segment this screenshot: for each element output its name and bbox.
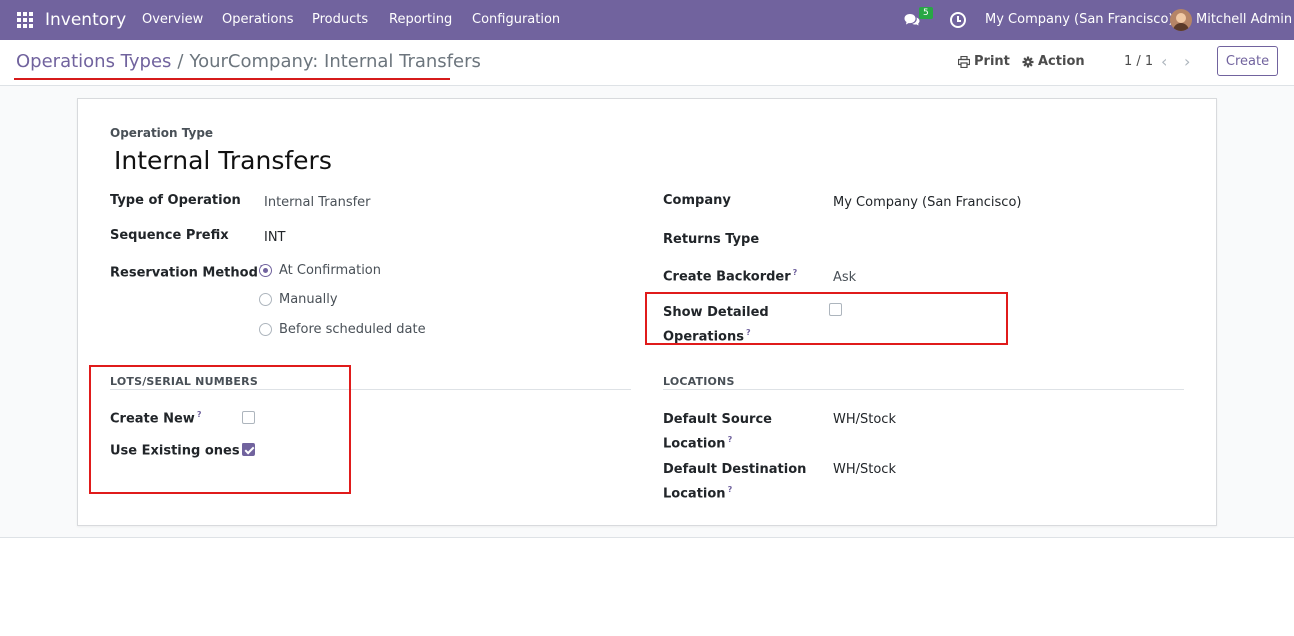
menu-overview[interactable]: Overview <box>142 12 203 27</box>
radio-at-confirmation[interactable] <box>259 264 272 277</box>
help-tooltip-icon[interactable]: ? <box>728 435 733 444</box>
breadcrumb-highlight-underline <box>14 78 450 80</box>
radio-at-confirmation-label[interactable]: At Confirmation <box>279 263 381 278</box>
breadcrumb-separator: / <box>177 51 184 72</box>
menu-operations[interactable]: Operations <box>222 12 293 27</box>
gear-icon <box>1022 56 1034 67</box>
apps-menu-icon[interactable] <box>17 12 33 28</box>
user-menu[interactable]: Mitchell Admin <box>1196 12 1292 27</box>
reservation-method-label: Reservation Method? <box>110 264 265 280</box>
help-tooltip-icon[interactable]: ? <box>793 268 798 277</box>
default-dest-label-line2: Location <box>663 486 726 502</box>
breadcrumb-parent[interactable]: Operations Types <box>16 51 171 72</box>
default-destination-location-label: Default Destination Location? <box>663 460 806 504</box>
operation-type-label: Operation Type <box>110 126 214 140</box>
menu-configuration[interactable]: Configuration <box>472 12 560 27</box>
default-source-label-line1: Default Source <box>663 412 772 427</box>
chat-icon[interactable] <box>904 13 920 26</box>
create-backorder-select[interactable]: Ask <box>833 270 856 285</box>
highlight-box-show-detailed <box>645 292 1008 345</box>
default-source-label-line2: Location <box>663 436 726 452</box>
locations-section-divider <box>663 389 1184 390</box>
highlight-box-lots <box>89 365 351 494</box>
sequence-prefix-label: Sequence Prefix <box>110 228 229 243</box>
company-field[interactable]: My Company (San Francisco) <box>833 195 1021 210</box>
action-label: Action <box>1038 54 1085 69</box>
radio-manually-label[interactable]: Manually <box>279 292 338 307</box>
user-avatar[interactable] <box>1170 9 1192 31</box>
help-tooltip-icon[interactable]: ? <box>728 485 733 494</box>
activity-clock-icon[interactable] <box>950 12 966 28</box>
create-button[interactable]: Create <box>1217 46 1278 76</box>
print-label: Print <box>974 54 1010 69</box>
control-panel: Operations Types / YourCompany: Internal T… <box>0 40 1294 86</box>
default-source-location-field[interactable]: WH/Stock <box>833 412 896 427</box>
radio-before-scheduled-date[interactable] <box>259 323 272 336</box>
reservation-method-text: Reservation Method <box>110 265 258 281</box>
menu-products[interactable]: Products <box>312 12 368 27</box>
default-destination-location-field[interactable]: WH/Stock <box>833 462 896 477</box>
type-of-operation-label: Type of Operation <box>110 193 241 208</box>
print-button[interactable]: Print <box>958 54 1010 69</box>
pager-next-icon[interactable]: › <box>1184 52 1190 71</box>
operation-type-name[interactable]: Internal Transfers <box>114 146 332 175</box>
breadcrumb-current: YourCompany: Internal Transfers <box>189 51 481 72</box>
menu-reporting[interactable]: Reporting <box>389 12 452 27</box>
top-navbar: Inventory Overview Operations Products R… <box>0 0 1294 40</box>
type-of-operation-select[interactable]: Internal Transfer <box>264 195 371 210</box>
radio-before-scheduled-date-label[interactable]: Before scheduled date <box>279 322 426 337</box>
pager-value[interactable]: 1 / 1 <box>1124 54 1153 69</box>
app-brand[interactable]: Inventory <box>45 10 126 30</box>
radio-manually[interactable] <box>259 293 272 306</box>
company-switcher[interactable]: My Company (San Francisco) <box>985 12 1173 27</box>
action-button[interactable]: Action <box>1022 54 1085 69</box>
returns-type-label: Returns Type <box>663 232 760 247</box>
locations-section-title: LOCATIONS <box>663 375 735 388</box>
default-dest-label-line1: Default Destination <box>663 462 807 477</box>
sequence-prefix-input[interactable]: INT <box>264 230 286 245</box>
create-backorder-label: Create Backorder? <box>663 268 797 284</box>
pager-previous-icon[interactable]: ‹ <box>1161 52 1167 71</box>
print-icon <box>958 55 970 68</box>
default-source-location-label: Default Source Location? <box>663 410 772 454</box>
chat-count-badge: 5 <box>919 7 933 19</box>
company-label: Company <box>663 193 731 208</box>
breadcrumb: Operations Types / YourCompany: Internal T… <box>16 51 481 72</box>
create-backorder-text: Create Backorder <box>663 269 791 285</box>
